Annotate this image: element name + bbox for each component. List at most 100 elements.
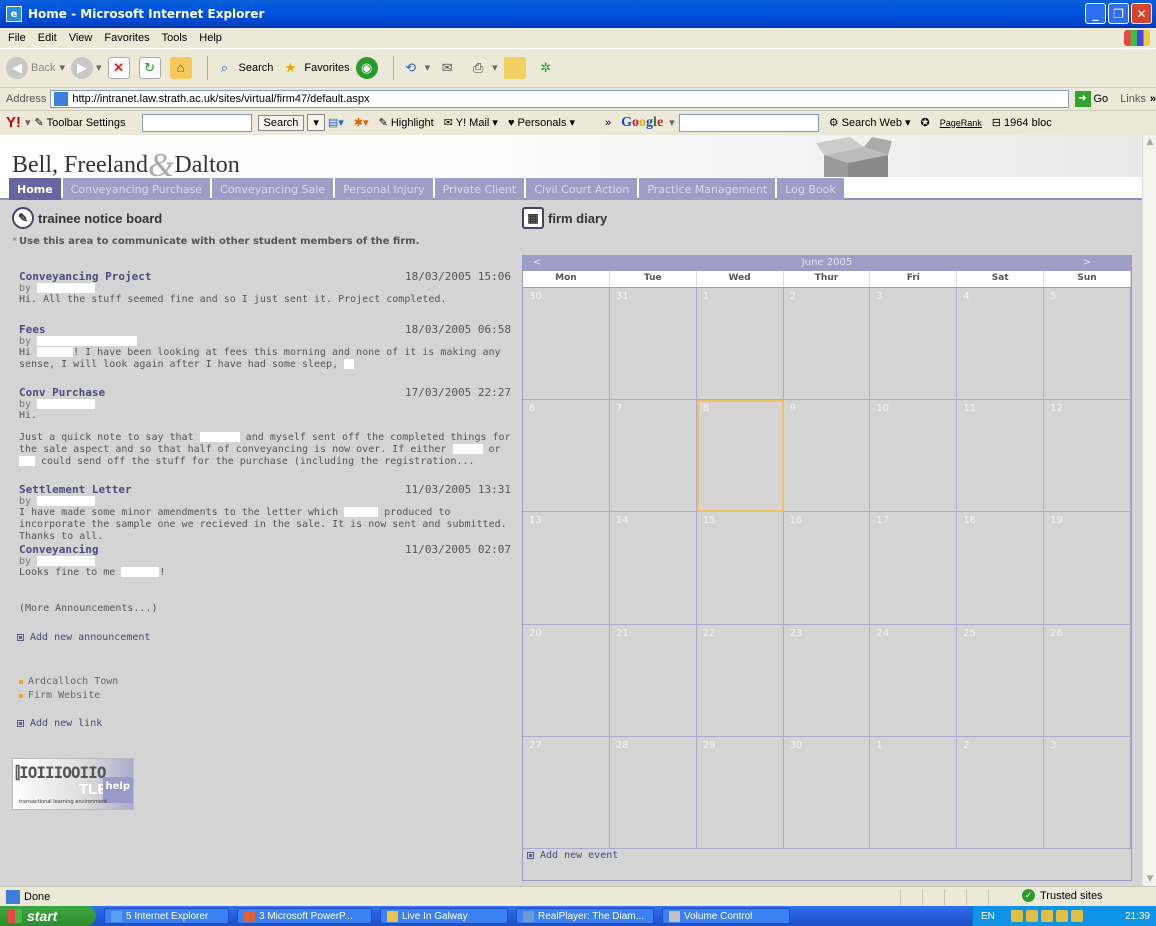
calendar-day-cell[interactable]: 19 bbox=[1044, 512, 1131, 625]
menu-favorites[interactable]: Favorites bbox=[104, 32, 149, 44]
calendar-day-cell[interactable]: 9 bbox=[783, 400, 871, 513]
yahoo-more-chevron-icon[interactable]: » bbox=[605, 117, 611, 129]
yahoo-search-input[interactable] bbox=[141, 113, 252, 132]
calendar-day-cell[interactable]: 28 bbox=[609, 736, 697, 849]
calendar-day-cell[interactable]: 21 bbox=[609, 624, 697, 737]
scroll-down-icon[interactable]: ▼ bbox=[1143, 872, 1156, 886]
links-chevron-icon[interactable]: » bbox=[1150, 93, 1156, 105]
menu-tools[interactable]: Tools bbox=[162, 32, 188, 44]
google-options-icon[interactable]: ✪ bbox=[921, 116, 930, 129]
tle-help-logo[interactable]: ⫿IOIIIOOIIO TLE help transactional learn… bbox=[12, 758, 134, 810]
tab-home[interactable]: Home bbox=[9, 178, 61, 200]
language-indicator[interactable]: EN bbox=[981, 911, 995, 922]
yahoo-logo[interactable]: Y! bbox=[6, 114, 21, 131]
search-web-button[interactable]: ⚙ Search Web ▾ bbox=[829, 116, 911, 129]
media-button[interactable]: ◉ bbox=[355, 56, 381, 79]
forward-dropdown-icon[interactable]: ▾ bbox=[96, 61, 102, 74]
calendar-day-cell[interactable]: 29 bbox=[696, 736, 784, 849]
tray-icon[interactable] bbox=[1056, 910, 1068, 922]
menu-edit[interactable]: Edit bbox=[38, 32, 57, 44]
more-announcements-link[interactable]: (More Announcements...) bbox=[19, 603, 157, 614]
taskbar-live-in-galway[interactable]: Live In Galway bbox=[380, 908, 508, 924]
tray-icon[interactable] bbox=[1041, 910, 1053, 922]
print-button[interactable]: ⎙ ▾ bbox=[467, 57, 498, 79]
favorites-button[interactable]: ★ Favorites bbox=[279, 57, 350, 79]
calendar-day-cell[interactable]: 11 bbox=[957, 400, 1045, 513]
yahoo-search-dropdown[interactable]: ▾ bbox=[307, 114, 325, 131]
tab-conveyancing-purchase[interactable]: Conveyancing Purchase bbox=[62, 178, 211, 200]
menu-help[interactable]: Help bbox=[199, 32, 222, 44]
tab-personal-injury[interactable]: Personal Injury bbox=[335, 178, 433, 200]
close-button[interactable]: ✕ bbox=[1131, 3, 1152, 24]
calendar-day-cell[interactable]: 23 bbox=[783, 624, 871, 737]
calendar-day-cell[interactable]: 5 bbox=[1044, 288, 1131, 401]
yahoo-search-button[interactable]: Search bbox=[257, 114, 305, 131]
calendar-day-cell[interactable]: 16 bbox=[783, 512, 871, 625]
yahoo-page-icon[interactable]: ▤▾ bbox=[328, 116, 344, 129]
calendar-day-cell[interactable]: 27 bbox=[523, 736, 610, 849]
go-button[interactable]: ➜ Go bbox=[1074, 90, 1108, 107]
tab-civil-court-action[interactable]: Civil Court Action bbox=[526, 178, 638, 200]
history-button[interactable]: ⟲ ▾ bbox=[400, 57, 430, 79]
add-event-link[interactable]: Add new event bbox=[527, 850, 618, 861]
maximize-button[interactable]: ❐ bbox=[1108, 3, 1129, 24]
personals-button[interactable]: ♥ Personals ▾ bbox=[508, 116, 575, 129]
tab-log-book[interactable]: Log Book bbox=[777, 178, 844, 200]
mail-button[interactable]: ✉ bbox=[436, 57, 461, 79]
yahoo-mail-button[interactable]: ✉ Y! Mail ▾ bbox=[444, 116, 498, 129]
menu-file[interactable]: File bbox=[8, 32, 26, 44]
add-announcement-link[interactable]: Add new announcement bbox=[17, 632, 150, 643]
calendar-day-cell[interactable]: 6 bbox=[523, 400, 610, 513]
google-logo[interactable]: Google bbox=[621, 115, 663, 131]
address-input[interactable]: http://intranet.law.strath.ac.uk/sites/v… bbox=[50, 89, 1069, 108]
messenger-button[interactable]: ✲ bbox=[535, 57, 560, 79]
calendar-day-cell[interactable]: 3 bbox=[870, 288, 958, 401]
tab-conveyancing-sale[interactable]: Conveyancing Sale bbox=[212, 178, 334, 200]
calendar-day-cell[interactable]: 20 bbox=[523, 624, 610, 737]
calendar-day-cell[interactable]: 2 bbox=[957, 736, 1045, 849]
calendar-day-cell[interactable]: 30 bbox=[783, 736, 871, 849]
tray-icon[interactable] bbox=[1011, 910, 1023, 922]
highlight-button[interactable]: ✎ Highlight bbox=[379, 116, 434, 129]
home-button[interactable]: ⌂ bbox=[169, 56, 195, 79]
refresh-button[interactable]: ↻ bbox=[138, 56, 164, 79]
tab-practice-management[interactable]: Practice Management bbox=[639, 178, 776, 200]
folder-button[interactable] bbox=[503, 56, 529, 79]
google-search-input[interactable] bbox=[678, 113, 819, 132]
vertical-scrollbar[interactable]: ▲ ▼ bbox=[1142, 135, 1156, 886]
calendar-day-cell[interactable]: 22 bbox=[696, 624, 784, 737]
add-link-link[interactable]: Add new link bbox=[17, 718, 102, 729]
calendar-day-cell[interactable]: 3 bbox=[1044, 736, 1131, 849]
calendar-next-button[interactable]: > bbox=[1083, 257, 1091, 268]
start-button[interactable]: start bbox=[0, 906, 96, 926]
calendar-day-cell[interactable]: 2 bbox=[783, 288, 871, 401]
stop-button[interactable]: ✕ bbox=[107, 56, 133, 79]
calendar-day-cell[interactable]: 25 bbox=[957, 624, 1045, 737]
calendar-day-cell[interactable]: 4 bbox=[957, 288, 1045, 401]
taskbar-realplayer[interactable]: RealPlayer: The Diam... bbox=[516, 908, 654, 924]
yahoo-alert-icon[interactable]: ✱▾ bbox=[354, 116, 369, 129]
calendar-day-cell[interactable]: 13 bbox=[523, 512, 610, 625]
back-dropdown-icon[interactable]: ▾ bbox=[59, 61, 65, 74]
calendar-day-cell[interactable]: 12 bbox=[1044, 400, 1131, 513]
calendar-day-cell[interactable]: 31 bbox=[609, 288, 697, 401]
window-title-bar[interactable]: e Home - Microsoft Internet Explorer _ ❐… bbox=[0, 0, 1156, 28]
calendar-day-cell[interactable]: 14 bbox=[609, 512, 697, 625]
tray-icon[interactable] bbox=[1026, 910, 1038, 922]
tray-icon[interactable] bbox=[1071, 910, 1083, 922]
calendar-day-cell[interactable]: 30 bbox=[523, 288, 610, 401]
link-ardcalloch-town[interactable]: Ardcalloch Town bbox=[19, 676, 118, 687]
menu-view[interactable]: View bbox=[69, 32, 93, 44]
taskbar-volume-control[interactable]: Volume Control bbox=[662, 908, 790, 924]
back-button[interactable]: ◀ Back ▾ bbox=[6, 56, 65, 79]
forward-button[interactable]: ▶ ▾ bbox=[71, 56, 102, 79]
calendar-day-cell[interactable]: 17 bbox=[870, 512, 958, 625]
popup-blocker-button[interactable]: ⊟ 1964 bloc bbox=[992, 116, 1052, 129]
calendar-day-cell[interactable]: 26 bbox=[1044, 624, 1131, 737]
calendar-day-cell[interactable]: 10 bbox=[870, 400, 958, 513]
calendar-day-cell[interactable]: 7 bbox=[609, 400, 697, 513]
calendar-day-cell[interactable]: 15 bbox=[696, 512, 784, 625]
search-button[interactable]: ⌕ Search bbox=[214, 57, 274, 79]
calendar-day-cell-today[interactable]: 8 bbox=[696, 400, 784, 513]
tab-private-client[interactable]: Private Client bbox=[434, 178, 525, 200]
